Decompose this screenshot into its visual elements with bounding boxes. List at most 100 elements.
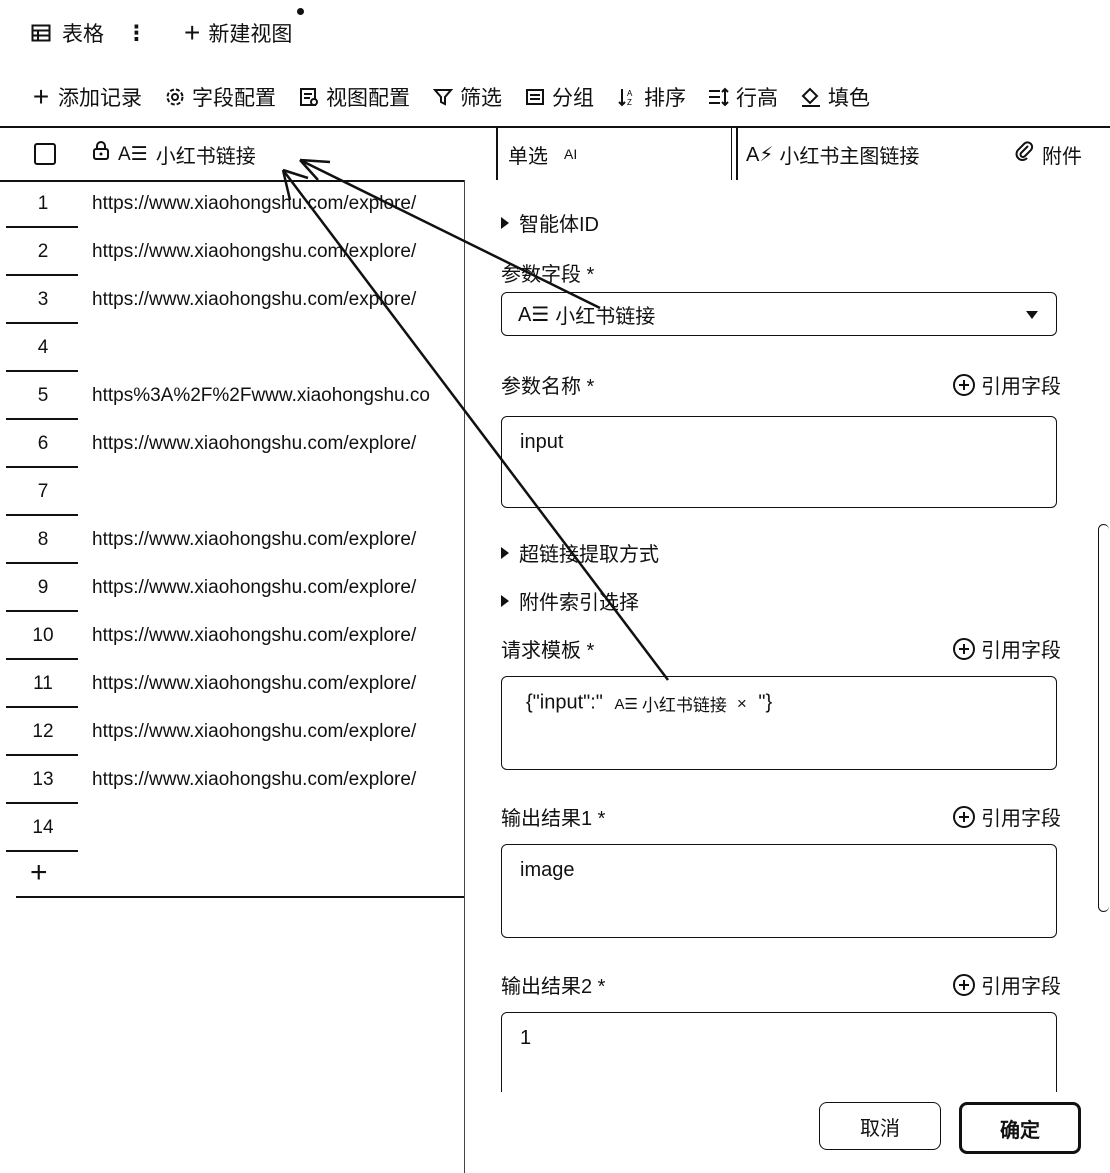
xhs-link-cell[interactable]: https://www.xiaohongshu.com/explore/	[92, 516, 464, 563]
xhs-link-cell[interactable]: https://www.xiaohongshu.com/explore/	[92, 276, 464, 323]
panel-scrollbar[interactable]	[1098, 524, 1109, 912]
table-row[interactable]: 1 https://www.xiaohongshu.com/explore/	[0, 180, 466, 228]
paperclip-icon	[1014, 140, 1034, 168]
row-number: 10	[32, 625, 54, 646]
xhs-link-cell[interactable]: https://www.xiaohongshu.com/explore/	[92, 756, 464, 803]
xhs-link-cell[interactable]: https://www.xiaohongshu.com/explore/	[92, 228, 464, 275]
row-height-icon	[708, 86, 730, 108]
table-row[interactable]: 4	[0, 324, 466, 372]
view-tab-table[interactable]: 表格 ⋮	[30, 18, 147, 48]
close-icon[interactable]: ×	[737, 694, 747, 714]
row-number: 14	[32, 817, 54, 838]
expand-triangle-icon	[501, 216, 509, 229]
view-config-button[interactable]: 视图配置	[298, 82, 410, 112]
column-header-attachment[interactable]: 附件	[1010, 128, 1082, 180]
filter-button[interactable]: 筛选	[432, 82, 502, 112]
column-title: 附件	[1042, 145, 1082, 168]
select-all-checkbox[interactable]	[34, 128, 56, 180]
chevron-down-icon	[1026, 311, 1038, 319]
cite-field-button-4[interactable]: 引用字段	[953, 970, 1061, 999]
cite-field-label: 引用字段	[981, 376, 1061, 398]
output2-value: 1	[520, 1027, 532, 1049]
param-name-value: input	[520, 431, 564, 453]
xhs-link-cell[interactable]: https://www.xiaohongshu.com/explore/	[92, 708, 464, 755]
table-row[interactable]: 6 https://www.xiaohongshu.com/explore/	[0, 420, 466, 468]
expand-triangle-icon	[501, 546, 509, 559]
xhs-link-cell[interactable]	[92, 324, 464, 371]
row-number: 3	[37, 289, 49, 310]
row-number: 13	[32, 769, 54, 790]
attach-index-section[interactable]: 附件索引选择	[501, 586, 639, 615]
field-reference-tag[interactable]: A☰ 小红书链接 ×	[614, 691, 746, 716]
table-row[interactable]: 2 https://www.xiaohongshu.com/explore/	[0, 228, 466, 276]
table-row[interactable]: 7	[0, 468, 466, 516]
xhs-link-cell[interactable]: https://www.xiaohongshu.com/explore/	[92, 612, 464, 659]
add-row-button[interactable]: +	[30, 858, 48, 888]
new-view-button[interactable]: + 新建视图	[184, 18, 292, 48]
param-field-select[interactable]: A☰ 小红书链接	[501, 292, 1057, 336]
output1-input[interactable]: image	[501, 844, 1057, 938]
table-header: A☰ 小红书链接 单选 AI A⚡ 小红书主图链接 附件	[0, 126, 1110, 182]
column-header-xhs-image-link[interactable]: A⚡ 小红书主图链接	[736, 128, 1006, 180]
row-height-button[interactable]: 行高	[708, 82, 778, 112]
fill-color-button[interactable]: 填色	[800, 82, 870, 112]
column-title: 小红书主图链接	[779, 145, 920, 168]
cite-field-label: 引用字段	[981, 976, 1061, 998]
column-header-single-select[interactable]: 单选 AI	[496, 128, 732, 180]
cancel-button[interactable]: 取消	[819, 1102, 941, 1150]
table-bottom-border	[16, 896, 466, 898]
gear-icon	[164, 86, 186, 108]
agent-id-section[interactable]: 智能体ID	[501, 208, 599, 237]
param-field-label: 参数字段 *	[501, 264, 595, 286]
row-height-label: 行高	[736, 87, 778, 110]
view-config-label: 视图配置	[326, 87, 410, 110]
template-suffix: "}	[758, 691, 773, 714]
field-config-button[interactable]: 字段配置	[164, 82, 276, 112]
lock-icon	[92, 141, 110, 167]
table-row[interactable]: 9 https://www.xiaohongshu.com/explore/	[0, 564, 466, 612]
group-button[interactable]: 分组	[524, 82, 594, 112]
confirm-button[interactable]: 确定	[959, 1102, 1081, 1154]
table-row[interactable]: 5 https%3A%2F%2Fwww.xiaohongshu.co	[0, 372, 466, 420]
plus-circle-icon	[953, 973, 975, 996]
sort-button[interactable]: AZ 排序	[616, 82, 686, 112]
row-number: 6	[37, 433, 49, 454]
cite-field-button-1[interactable]: 引用字段	[953, 370, 1061, 399]
table-row[interactable]: 3 https://www.xiaohongshu.com/explore/	[0, 276, 466, 324]
notification-dot	[297, 8, 304, 15]
param-name-label: 参数名称 *	[501, 376, 595, 398]
row-number: 7	[37, 481, 49, 502]
xhs-link-cell[interactable]: https://www.xiaohongshu.com/explore/	[92, 180, 464, 227]
xhs-link-cell[interactable]: https://www.xiaohongshu.com/explore/	[92, 564, 464, 611]
table-row[interactable]: 14	[0, 804, 466, 852]
xhs-link-cell[interactable]: https://www.xiaohongshu.com/explore/	[92, 420, 464, 467]
cite-field-button-2[interactable]: 引用字段	[953, 634, 1061, 663]
template-prefix: {"input":"	[526, 691, 603, 714]
row-divider	[6, 850, 78, 852]
xhs-link-cell[interactable]	[92, 804, 464, 851]
link-extract-section[interactable]: 超链接提取方式	[501, 538, 659, 567]
param-name-input[interactable]: input	[501, 416, 1057, 508]
field-config-label: 字段配置	[192, 87, 276, 110]
column-header-xhs-link[interactable]: A☰ 小红书链接	[92, 128, 256, 180]
table-row[interactable]: 12 https://www.xiaohongshu.com/explore/	[0, 708, 466, 756]
row-number: 4	[37, 337, 49, 358]
request-template-label: 请求模板 *	[501, 640, 595, 662]
output1-value: image	[520, 859, 575, 881]
more-vertical-icon[interactable]: ⋮	[126, 21, 147, 46]
xhs-link-cell[interactable]: https%3A%2F%2Fwww.xiaohongshu.co	[92, 372, 464, 419]
output2-input[interactable]: 1	[501, 1012, 1057, 1092]
ai-field-config-panel: 智能体ID 参数字段 * A☰ 小红书链接 参数名称 * 引用字段 input …	[464, 180, 1110, 1173]
xhs-link-cell[interactable]: https://www.xiaohongshu.com/explore/	[92, 660, 464, 707]
ai-badge: AI	[564, 146, 578, 162]
table-row[interactable]: 13 https://www.xiaohongshu.com/explore/	[0, 756, 466, 804]
table-row[interactable]: 8 https://www.xiaohongshu.com/explore/	[0, 516, 466, 564]
table-row[interactable]: 11 https://www.xiaohongshu.com/explore/	[0, 660, 466, 708]
plus-circle-icon	[953, 805, 975, 828]
request-template-input[interactable]: {"input":" A☰ 小红书链接 × "}	[501, 676, 1057, 770]
cite-field-button-3[interactable]: 引用字段	[953, 802, 1061, 831]
xhs-link-cell[interactable]	[92, 468, 464, 515]
add-record-button[interactable]: + 添加记录	[30, 81, 142, 112]
table-row[interactable]: 10 https://www.xiaohongshu.com/explore/	[0, 612, 466, 660]
svg-text:Z: Z	[627, 98, 632, 107]
